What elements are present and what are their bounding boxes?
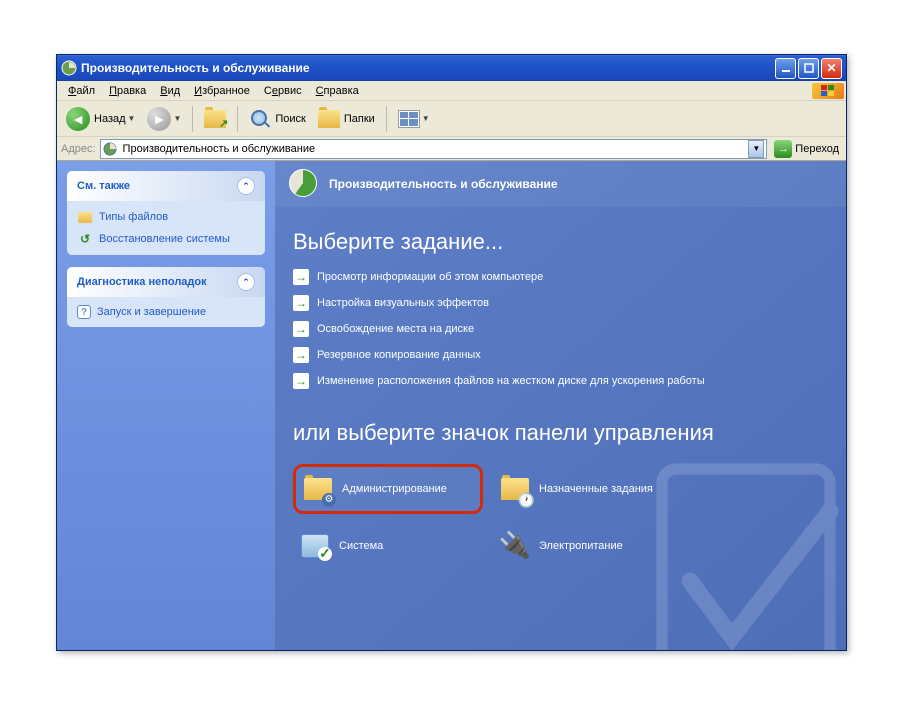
menubar: Файл Правка Вид Избранное Сервис Справка bbox=[57, 81, 846, 101]
side-panel: См. также ⌃ Типы файлов ↺ Восстановление… bbox=[57, 161, 275, 650]
system-icon bbox=[299, 530, 331, 562]
views-button[interactable]: ▼ bbox=[393, 107, 435, 131]
admin-tools-icon bbox=[302, 473, 334, 505]
category-header: Производительность и обслуживание bbox=[275, 161, 846, 207]
link-system-restore[interactable]: ↺ Восстановление системы bbox=[77, 231, 255, 247]
arrow-right-icon: → bbox=[293, 347, 309, 363]
task-list: → Просмотр информации об этом компьютере… bbox=[275, 269, 846, 389]
cp-item-scheduled-tasks[interactable]: Назначенные задания bbox=[493, 464, 693, 514]
address-input[interactable]: Производительность и обслуживание ▼ bbox=[100, 139, 768, 159]
views-icon bbox=[398, 110, 420, 128]
pick-task-heading: Выберите задание... bbox=[293, 229, 846, 255]
cp-item-power[interactable]: 🔌 Электропитание bbox=[493, 524, 693, 568]
menu-edit[interactable]: Правка bbox=[102, 83, 153, 99]
menu-tools[interactable]: Сервис bbox=[257, 83, 309, 99]
back-button[interactable]: ◄ Назад ▼ bbox=[61, 104, 140, 134]
panel-see-also: См. также ⌃ Типы файлов ↺ Восстановление… bbox=[67, 171, 265, 255]
separator bbox=[192, 106, 193, 132]
folder-up-icon bbox=[204, 110, 226, 128]
address-dropdown-button[interactable]: ▼ bbox=[748, 140, 764, 158]
task-defrag[interactable]: → Изменение расположения файлов на жестк… bbox=[293, 373, 846, 389]
up-button[interactable] bbox=[199, 107, 231, 131]
minimize-button[interactable] bbox=[775, 58, 796, 79]
task-view-computer-info[interactable]: → Просмотр информации об этом компьютере bbox=[293, 269, 846, 285]
addressbar: Адрес: Производительность и обслуживание… bbox=[57, 137, 846, 161]
menu-favorites[interactable]: Избранное bbox=[187, 83, 257, 99]
task-free-disk-space[interactable]: → Освобождение места на диске bbox=[293, 321, 846, 337]
back-arrow-icon: ◄ bbox=[66, 107, 90, 131]
address-icon bbox=[103, 142, 119, 156]
address-label: Адрес: bbox=[61, 143, 96, 155]
link-startup-shutdown[interactable]: ? Запуск и завершение bbox=[77, 305, 255, 319]
menu-view[interactable]: Вид bbox=[153, 83, 187, 99]
arrow-right-icon: → bbox=[293, 295, 309, 311]
search-button[interactable]: Поиск bbox=[244, 105, 310, 133]
separator bbox=[386, 106, 387, 132]
main-pane: Производительность и обслуживание Выбери… bbox=[275, 161, 846, 650]
arrow-right-icon: → bbox=[293, 321, 309, 337]
explorer-window: Производительность и обслуживание ✕ Файл… bbox=[56, 54, 847, 651]
address-text: Производительность и обслуживание bbox=[123, 143, 749, 155]
maximize-button[interactable] bbox=[798, 58, 819, 79]
panel-header[interactable]: Диагностика неполадок ⌃ bbox=[67, 267, 265, 297]
toolbar: ◄ Назад ▼ ► ▼ Поиск Папки ▼ bbox=[57, 101, 846, 137]
panel-header[interactable]: См. также ⌃ bbox=[67, 171, 265, 201]
panel-troubleshoot: Диагностика неполадок ⌃ ? Запуск и завер… bbox=[67, 267, 265, 327]
forward-button[interactable]: ► ▼ bbox=[142, 104, 186, 134]
window-title: Производительность и обслуживание bbox=[81, 61, 775, 75]
scheduled-tasks-icon bbox=[499, 473, 531, 505]
folder-icon bbox=[77, 209, 93, 225]
task-backup-data[interactable]: → Резервное копирование данных bbox=[293, 347, 846, 363]
power-icon: 🔌 bbox=[499, 530, 531, 562]
task-visual-effects[interactable]: → Настройка визуальных эффектов bbox=[293, 295, 846, 311]
search-icon bbox=[249, 108, 271, 130]
arrow-right-icon: → bbox=[293, 269, 309, 285]
help-icon: ? bbox=[77, 305, 91, 319]
close-button[interactable]: ✕ bbox=[821, 58, 842, 79]
dropdown-arrow-icon: ▼ bbox=[128, 114, 136, 123]
folders-button[interactable]: Папки bbox=[313, 107, 380, 131]
dropdown-arrow-icon: ▼ bbox=[422, 114, 430, 123]
xp-logo-icon bbox=[812, 83, 844, 99]
window-icon bbox=[61, 60, 77, 76]
cp-item-system[interactable]: Система bbox=[293, 524, 483, 568]
separator bbox=[237, 106, 238, 132]
control-panel-grid: Администрирование Назначенные задания Си… bbox=[275, 464, 846, 568]
collapse-icon: ⌃ bbox=[237, 177, 255, 195]
performance-icon bbox=[289, 169, 319, 199]
menu-help[interactable]: Справка bbox=[309, 83, 366, 99]
content-area: См. также ⌃ Типы файлов ↺ Восстановление… bbox=[57, 161, 846, 650]
cp-item-admin[interactable]: Администрирование bbox=[293, 464, 483, 514]
dropdown-arrow-icon: ▼ bbox=[173, 114, 181, 123]
menu-file[interactable]: Файл bbox=[61, 83, 102, 99]
titlebar[interactable]: Производительность и обслуживание ✕ bbox=[57, 55, 846, 81]
collapse-icon: ⌃ bbox=[237, 273, 255, 291]
restore-icon: ↺ bbox=[77, 231, 93, 247]
forward-arrow-icon: ► bbox=[147, 107, 171, 131]
or-pick-heading: или выберите значок панели управления bbox=[293, 419, 828, 448]
go-button[interactable]: → Переход bbox=[771, 139, 842, 159]
arrow-right-icon: → bbox=[293, 373, 309, 389]
go-arrow-icon: → bbox=[774, 140, 792, 158]
link-file-types[interactable]: Типы файлов bbox=[77, 209, 255, 225]
folder-icon bbox=[318, 110, 340, 128]
